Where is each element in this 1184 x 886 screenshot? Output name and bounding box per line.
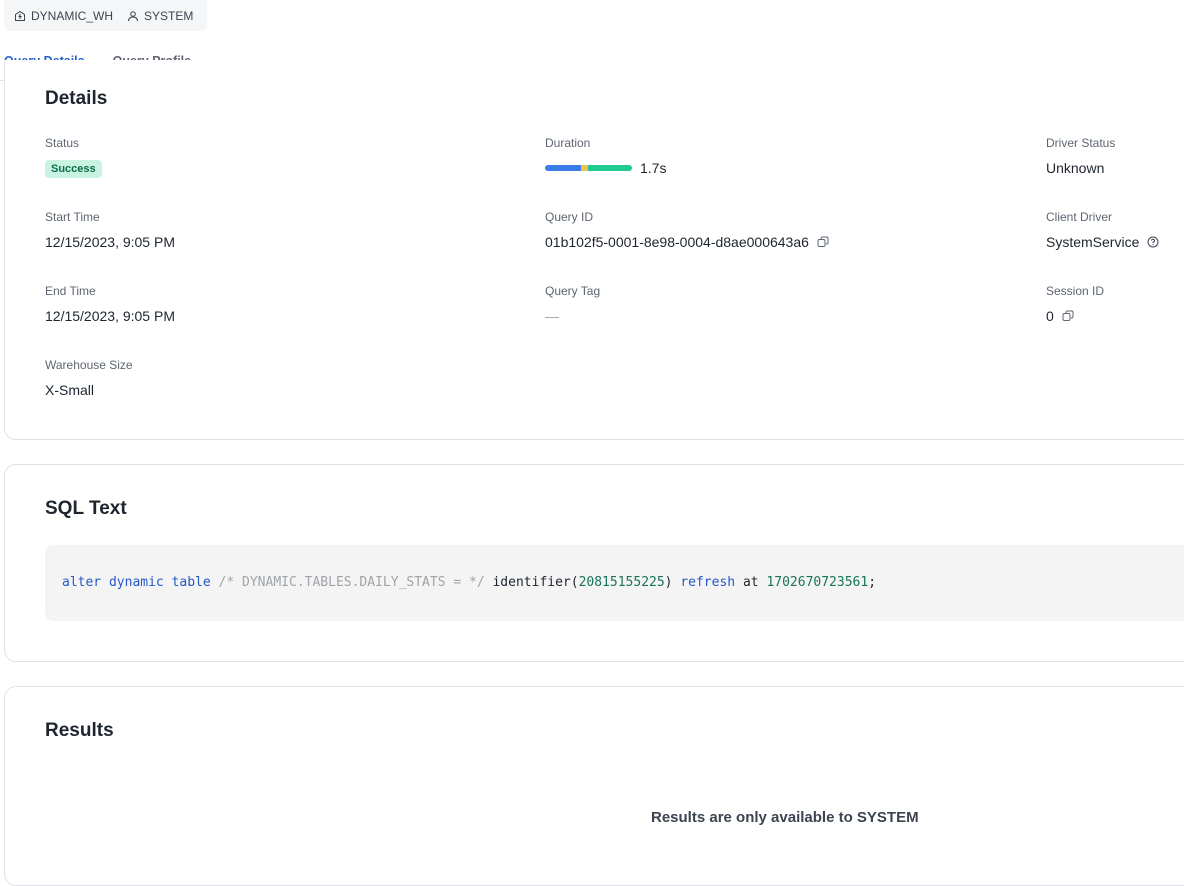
- driver-status-value: Unknown: [1046, 160, 1105, 176]
- start-time-field: Start Time 12/15/2023, 9:05 PM: [45, 210, 175, 250]
- start-time-value: 12/15/2023, 9:05 PM: [45, 234, 175, 250]
- session-id-label: Session ID: [1046, 284, 1105, 298]
- query-id-field: Query ID 01b102f5-0001-8e98-0004-d8ae000…: [545, 210, 829, 250]
- query-id-label: Query ID: [545, 210, 594, 224]
- user-name: SYSTEM: [144, 8, 194, 23]
- end-time-label: End Time: [45, 284, 96, 298]
- start-time-label: Start Time: [45, 210, 100, 224]
- warehouse-size-field: Warehouse Size X-Small: [45, 358, 133, 398]
- driver-status-label: Driver Status: [1046, 136, 1116, 150]
- duration-segment: [545, 165, 581, 171]
- warehouse-name: DYNAMIC_WH: [31, 8, 114, 23]
- end-time-field: End Time 12/15/2023, 9:05 PM: [45, 284, 175, 324]
- duration-field: Duration 1.7s: [545, 136, 666, 176]
- duration-segment: [580, 165, 589, 171]
- results-card: Results Results are only available to SY…: [4, 686, 1184, 886]
- session-id-field: Session ID 0: [1046, 284, 1104, 324]
- copy-icon[interactable]: [1062, 310, 1074, 322]
- duration-bar[interactable]: [545, 165, 632, 171]
- query-context-chips: DYNAMIC_WH SYSTEM: [4, 0, 207, 31]
- sql-number: 20815155225: [578, 575, 665, 590]
- copy-icon[interactable]: [817, 236, 829, 248]
- sql-text-title: SQL Text: [45, 498, 127, 519]
- duration-value: 1.7s: [640, 160, 667, 176]
- warehouse-icon: [15, 10, 25, 21]
- driver-status-field: Driver Status Unknown: [1046, 136, 1115, 176]
- sql-comment: /* DYNAMIC.TABLES.DAILY_STATS = */: [218, 575, 485, 590]
- status-label: Status: [45, 136, 80, 150]
- sql-code-block[interactable]: alter dynamic table /* DYNAMIC.TABLES.DA…: [45, 545, 1184, 621]
- results-unavailable-message: Results are only available to SYSTEM: [651, 809, 919, 826]
- sql-keyword-at: at: [742, 575, 759, 590]
- status-badge: Success: [45, 160, 102, 178]
- sql-text-card: SQL Text alter dynamic table /* DYNAMIC.…: [4, 464, 1184, 662]
- sql-keyword: alter dynamic table: [62, 575, 211, 590]
- user-chip[interactable]: SYSTEM: [127, 9, 193, 23]
- client-driver-field: Client Driver SystemService: [1046, 210, 1159, 250]
- sql-semicolon: ;: [868, 575, 877, 590]
- query-id-value: 01b102f5-0001-8e98-0004-d8ae000643a6: [545, 234, 809, 250]
- duration-label: Duration: [545, 136, 591, 150]
- warehouse-size-value: X-Small: [45, 382, 95, 398]
- warehouse-size-label: Warehouse Size: [45, 358, 133, 372]
- user-icon: [128, 10, 139, 21]
- query-tag-label: Query Tag: [545, 284, 601, 298]
- session-id-value: 0: [1046, 308, 1054, 324]
- warehouse-chip[interactable]: DYNAMIC_WH: [14, 9, 113, 23]
- details-card: Details Status Success Duration 1.7s Dri…: [4, 60, 1184, 440]
- end-time-value: 12/15/2023, 9:05 PM: [45, 308, 175, 324]
- sql-function: identifier(: [492, 575, 579, 590]
- results-title: Results: [45, 720, 114, 741]
- query-tag-value: —: [545, 308, 559, 324]
- sql-number: 1702670723561: [766, 575, 869, 590]
- sql-keyword: refresh: [680, 575, 736, 590]
- details-title: Details: [45, 88, 108, 109]
- help-icon[interactable]: [1147, 236, 1159, 248]
- duration-segment: [588, 165, 632, 171]
- client-driver-value: SystemService: [1046, 234, 1140, 250]
- sql-paren: ): [664, 575, 673, 590]
- client-driver-label: Client Driver: [1046, 210, 1113, 224]
- status-field: Status Success: [45, 136, 102, 178]
- query-tag-field: Query Tag —: [545, 284, 600, 324]
